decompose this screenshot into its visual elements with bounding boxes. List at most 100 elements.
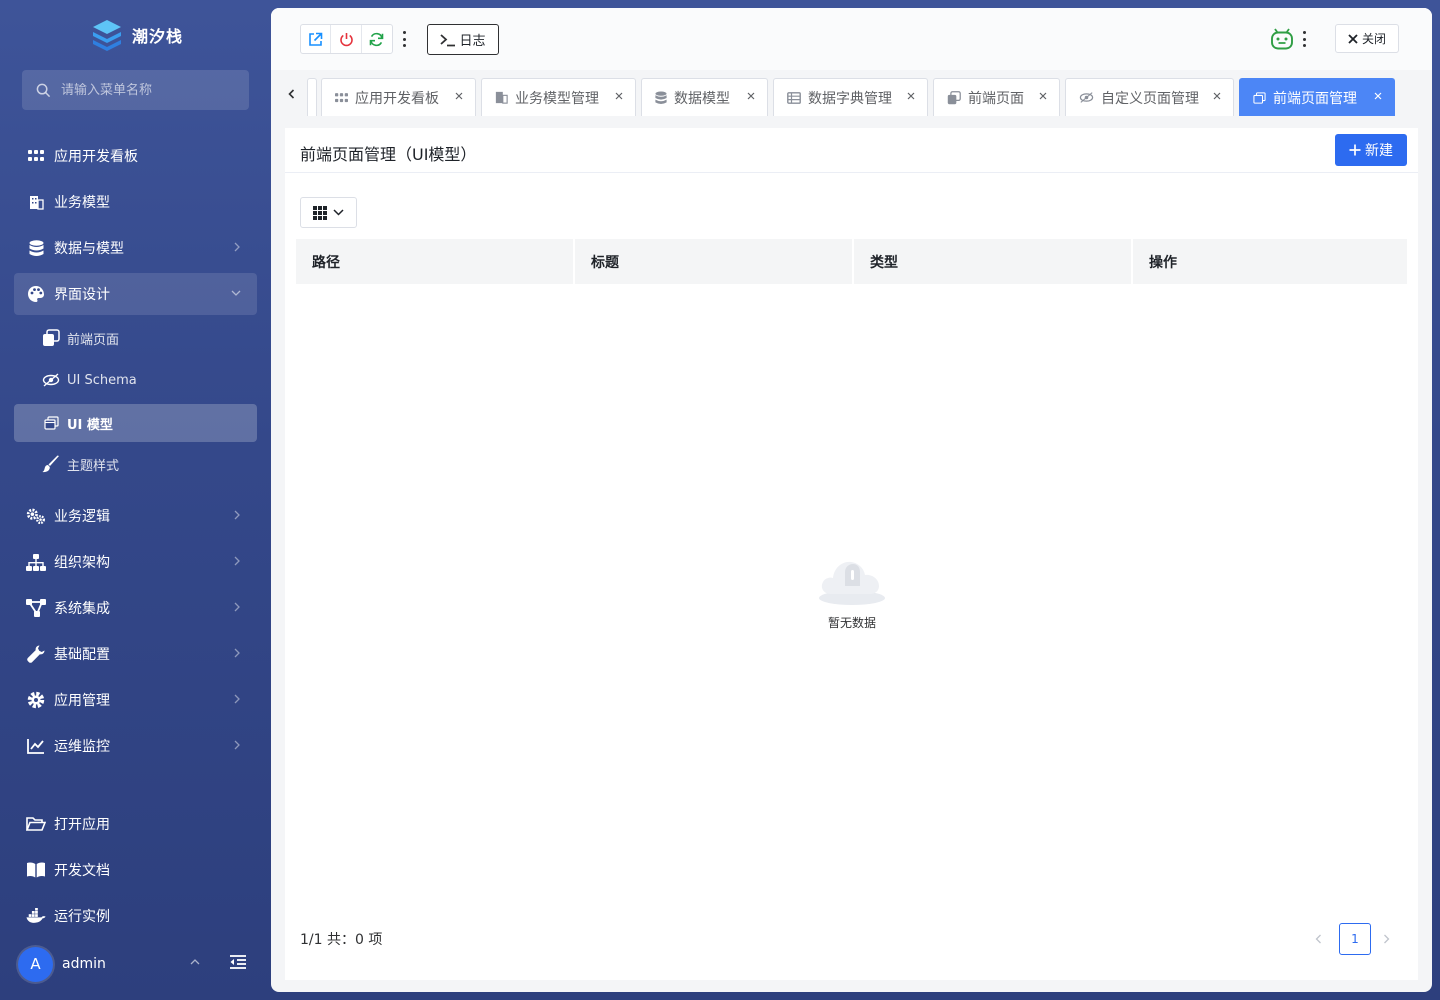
sidebar-item-basic-config[interactable]: 基础配置 — [14, 633, 257, 675]
cogs-icon — [26, 506, 46, 526]
toolbar: 日志 关闭 — [271, 8, 1432, 70]
sidebar-item-data-model[interactable]: 数据与模型 — [14, 227, 257, 269]
tab-custom-page-mgmt[interactable]: 自定义页面管理 — [1065, 78, 1234, 116]
tab-frontend-page-mgmt[interactable]: 前端页面管理 — [1239, 78, 1395, 116]
sidebar-item-dev-docs[interactable]: 开发文档 — [14, 849, 257, 891]
chevron-down-icon — [333, 209, 344, 216]
database-icon — [655, 90, 667, 105]
pages-icon — [42, 329, 60, 347]
grid-dots-icon — [335, 92, 348, 103]
wrench-icon — [26, 644, 46, 664]
tab-label: 数据字典管理 — [808, 90, 892, 107]
collapse-sidebar-icon[interactable] — [229, 954, 247, 970]
prev-page-icon[interactable] — [1315, 934, 1322, 944]
gear-icon — [26, 690, 46, 710]
next-page-icon[interactable] — [1383, 934, 1390, 944]
new-button[interactable]: 新建 — [1335, 134, 1407, 166]
sidebar-item-label: 组织架构 — [54, 555, 110, 571]
chevron-right-icon — [233, 556, 241, 566]
tab-bar: 应用开发看板 业务模型管理 数据模型 数据字典管理 前端页面 自定义页面管理 前… — [271, 70, 1432, 116]
chevron-right-icon — [233, 602, 241, 612]
power-button[interactable] — [331, 25, 362, 53]
sidebar-item-system-integration[interactable]: 系统集成 — [14, 587, 257, 629]
tab-label: 应用开发看板 — [355, 90, 439, 107]
sidebar-item-open-app[interactable]: 打开应用 — [14, 803, 257, 845]
log-label: 日志 — [459, 34, 486, 49]
empty-text: 暂无数据 — [827, 616, 876, 630]
chevron-right-icon — [233, 510, 241, 520]
sidebar-item-business-model[interactable]: 业务模型 — [14, 181, 257, 223]
tab-business-model-mgmt[interactable]: 业务模型管理 — [481, 78, 636, 116]
refresh-button[interactable] — [362, 25, 392, 53]
sidebar-item-label: 应用管理 — [54, 693, 110, 709]
close-label: 关闭 — [1361, 32, 1386, 46]
folder-open-icon — [26, 814, 46, 834]
grid-dots-icon — [26, 146, 46, 166]
tab-frontend-pages[interactable]: 前端页面 — [933, 78, 1060, 116]
tab-close-icon[interactable] — [747, 92, 755, 100]
eye-scan-icon — [42, 371, 60, 389]
tab-close-icon[interactable] — [455, 92, 463, 100]
sidebar-item-running-instances[interactable]: 运行实例 — [14, 895, 257, 937]
page-number-button[interactable]: 1 — [1339, 923, 1371, 955]
sidebar-item-ui-design[interactable]: 界面设计 — [14, 273, 257, 315]
sidebar-item-ops-monitoring[interactable]: 运维监控 — [14, 725, 257, 767]
pages-icon — [947, 90, 961, 105]
column-settings-button[interactable] — [300, 197, 357, 228]
sidebar-item-business-logic[interactable]: 业务逻辑 — [14, 495, 257, 537]
menu-search[interactable] — [22, 70, 249, 110]
tab-data-dictionary[interactable]: 数据字典管理 — [773, 78, 928, 116]
refresh-icon — [370, 32, 384, 46]
power-icon — [339, 32, 353, 46]
database-icon — [26, 238, 46, 258]
tab-scroll-left-icon[interactable] — [281, 84, 301, 104]
sidebar-subitem-theme-style[interactable]: 主题样式 — [14, 445, 257, 483]
sidebar: 潮汐栈 应用开发看板 业务模型 数据与模型 界面设计 — [0, 0, 271, 1000]
sidebar-item-label: 打开应用 — [54, 817, 110, 833]
close-button[interactable]: 关闭 — [1335, 24, 1399, 53]
column-header-type[interactable]: 类型 — [854, 239, 1133, 284]
sidebar-item-app-management[interactable]: 应用管理 — [14, 679, 257, 721]
window-icon — [1253, 91, 1266, 104]
sidebar-item-app-dashboard[interactable]: 应用开发看板 — [14, 135, 257, 177]
tab-data-model[interactable]: 数据模型 — [641, 78, 768, 116]
log-button[interactable]: 日志 — [427, 24, 499, 55]
sidebar-subitem-ui-schema[interactable]: UI Schema — [14, 361, 257, 399]
new-button-label: 新建 — [1365, 143, 1393, 159]
sidebar-item-organization[interactable]: 组织架构 — [14, 541, 257, 583]
tab-close-icon[interactable] — [907, 92, 915, 100]
sidebar-item-label: 应用开发看板 — [54, 149, 138, 165]
building-icon — [26, 192, 46, 212]
connections-icon — [26, 598, 46, 618]
tab-close-icon[interactable] — [615, 92, 623, 100]
open-external-button[interactable] — [301, 25, 332, 53]
brand[interactable]: 潮汐栈 — [92, 18, 183, 52]
table-icon — [787, 91, 801, 104]
sidebar-subitem-ui-model[interactable]: UI 模型 — [14, 404, 257, 442]
menu-search-input[interactable] — [61, 82, 231, 98]
tab-app-dashboard[interactable]: 应用开发看板 — [321, 78, 476, 116]
user-profile[interactable]: A admin — [18, 946, 258, 982]
palette-icon — [26, 284, 46, 304]
sidebar-subitem-frontend-pages[interactable]: 前端页面 — [14, 319, 257, 357]
more-vertical-icon[interactable] — [401, 31, 407, 47]
chevron-up-icon[interactable] — [190, 958, 200, 966]
grid-icon — [313, 205, 327, 220]
tab-close-icon[interactable] — [1374, 92, 1382, 100]
avatar[interactable]: A — [18, 946, 53, 982]
chevron-down-icon — [231, 289, 241, 297]
building-icon — [495, 91, 508, 104]
column-header-actions[interactable]: 操作 — [1133, 239, 1407, 284]
sidebar-subitem-label: 前端页面 — [67, 332, 120, 348]
robot-icon[interactable] — [1270, 27, 1294, 51]
search-icon — [36, 83, 51, 98]
column-header-title[interactable]: 标题 — [575, 239, 854, 284]
sidebar-subitem-label: UI 模型 — [67, 417, 113, 433]
empty-cloud-icon — [817, 552, 887, 608]
tab-close-icon[interactable] — [1213, 92, 1221, 100]
eye-scan-icon — [1079, 91, 1094, 104]
column-header-path[interactable]: 路径 — [296, 239, 575, 284]
tab-close-icon[interactable] — [1039, 92, 1047, 100]
plus-icon — [1349, 144, 1361, 156]
more-vertical-icon[interactable] — [1301, 31, 1307, 47]
